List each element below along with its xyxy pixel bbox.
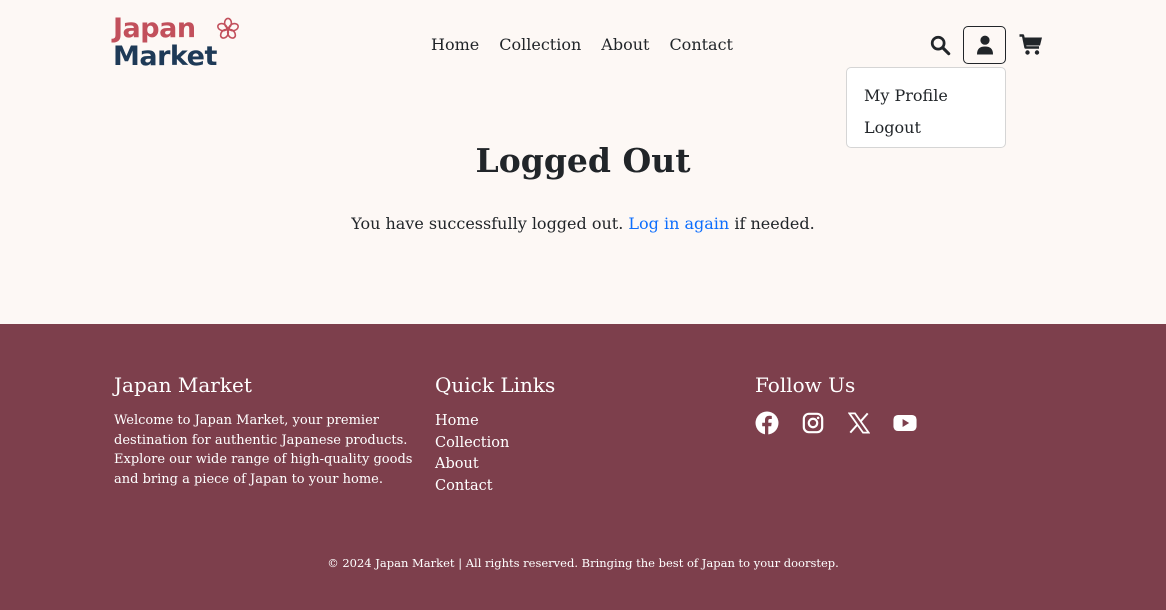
footer-link-about[interactable]: About	[435, 454, 635, 476]
footer-link-collection[interactable]: Collection	[435, 433, 635, 455]
page: Japan Market Home Collection About Conta…	[0, 0, 1166, 610]
footer-about-text: Welcome to Japan Market, your premier de…	[114, 413, 413, 487]
logo-line-2: Market	[113, 41, 217, 72]
login-again-link[interactable]: Log in again	[628, 214, 729, 233]
instagram-icon[interactable]	[801, 411, 825, 435]
cart-button[interactable]	[1018, 33, 1044, 57]
footer-link-home[interactable]: Home	[435, 411, 635, 433]
facebook-icon[interactable]	[755, 411, 779, 435]
nav-home[interactable]: Home	[431, 34, 479, 56]
user-dropdown-menu: My Profile Logout	[846, 67, 1006, 148]
menu-item-my-profile[interactable]: My Profile	[847, 80, 1005, 112]
message-text-after: if needed.	[729, 214, 815, 233]
footer-link-contact[interactable]: Contact	[435, 476, 635, 498]
footer-links-heading: Quick Links	[435, 373, 556, 397]
message-text-before: You have successfully logged out.	[351, 214, 629, 233]
footer-quick-links: Quick Links Home Collection About Contac…	[435, 371, 635, 497]
footer-about-heading: Japan Market	[114, 373, 252, 397]
cart-icon	[1019, 34, 1042, 55]
copyright-text: © 2024 Japan Market | All rights reserve…	[327, 556, 839, 570]
sakura-flower-icon	[216, 17, 240, 39]
footer-about: Japan Market Welcome to Japan Market, yo…	[114, 371, 414, 489]
footer-follow-heading: Follow Us	[755, 373, 856, 397]
social-links	[755, 411, 1005, 435]
user-menu-button[interactable]	[963, 26, 1006, 64]
logout-message: You have successfully logged out. Log in…	[0, 212, 1166, 236]
nav-contact[interactable]: Contact	[669, 34, 733, 56]
footer-follow: Follow Us	[755, 371, 1005, 435]
search-icon	[930, 35, 951, 56]
logo[interactable]: Japan Market	[113, 15, 243, 75]
youtube-icon[interactable]	[893, 411, 917, 435]
nav-about[interactable]: About	[601, 34, 649, 56]
search-button[interactable]	[928, 33, 952, 57]
user-icon	[976, 35, 993, 55]
site-footer: Japan Market Welcome to Japan Market, yo…	[0, 324, 1166, 610]
nav-collection[interactable]: Collection	[499, 34, 581, 56]
main-nav: Home Collection About Contact	[431, 34, 753, 56]
page-title: Logged Out	[475, 141, 691, 180]
site-header: Japan Market Home Collection About Conta…	[0, 0, 1166, 148]
x-twitter-icon[interactable]	[847, 411, 871, 435]
